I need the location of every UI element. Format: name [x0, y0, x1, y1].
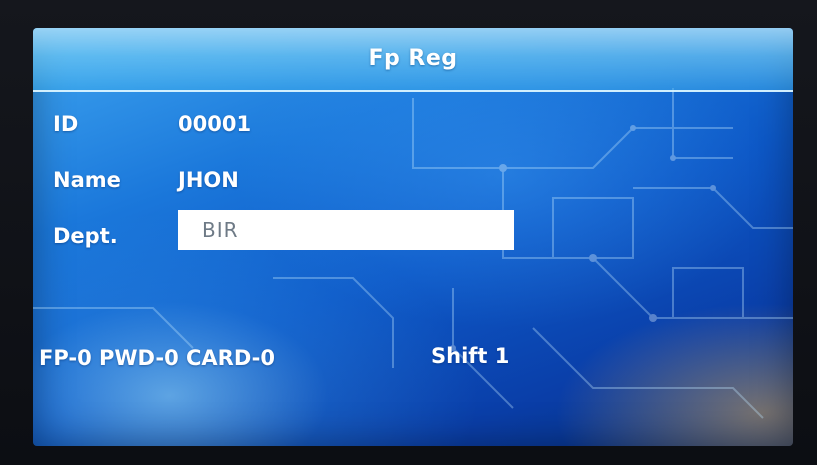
name-label: Name: [53, 168, 121, 192]
device-bezel: Fp Reg ID 00001 Name JHON Dept. FP-0 PWD…: [0, 0, 817, 465]
id-value: 00001: [178, 112, 252, 136]
enrollment-counters: FP-0 PWD-0 CARD-0: [39, 346, 276, 370]
shift-indicator: Shift 1: [431, 344, 510, 368]
dept-input[interactable]: [178, 210, 514, 250]
id-label: ID: [53, 112, 79, 136]
lcd-screen: Fp Reg ID 00001 Name JHON Dept. FP-0 PWD…: [33, 28, 793, 446]
dept-label: Dept.: [53, 224, 118, 248]
screen-title: Fp Reg: [368, 46, 458, 71]
name-value: JHON: [178, 168, 239, 192]
